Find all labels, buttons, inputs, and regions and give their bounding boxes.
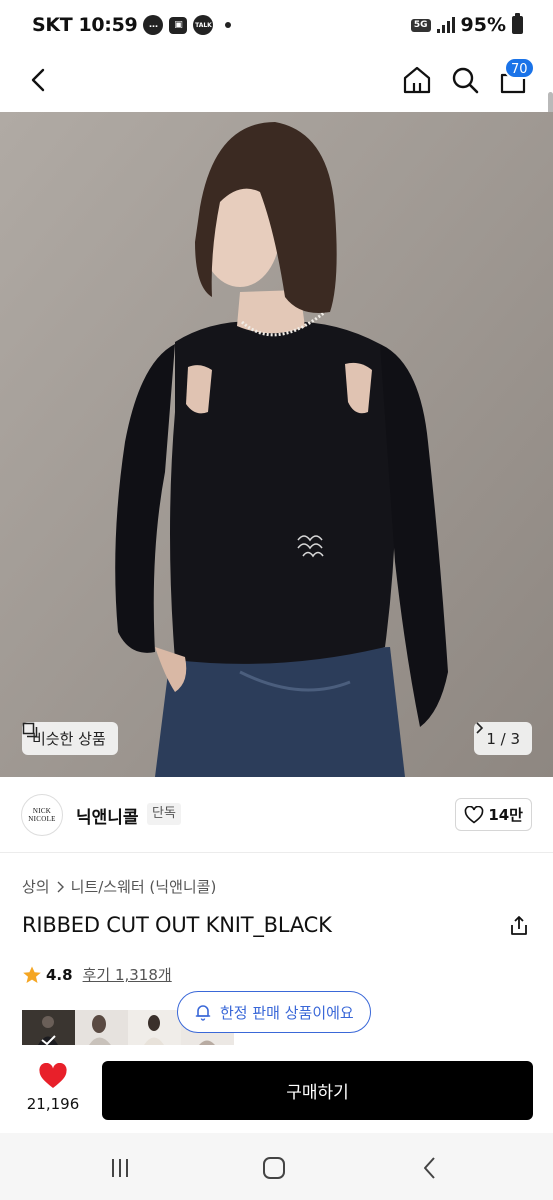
heart-outline-icon [465,805,484,824]
image-page-indicator[interactable]: 1 / 3 [474,722,532,755]
purchase-bar: 21,196 구매하기 [0,1045,553,1133]
wishlist-count: 21,196 [26,1095,80,1113]
model-photo [0,112,553,777]
brand-logo-line1: NICK [32,807,52,815]
system-nav-bar [0,1133,553,1200]
limited-sale-pill[interactable]: 한정 판매 상품이에요 [177,991,371,1033]
review-count-link[interactable]: 후기 1,318개 [83,964,172,985]
recent-apps-icon[interactable] [105,1153,135,1183]
carrier-label: SKT [32,14,73,36]
limited-sale-label: 한정 판매 상품이에요 [220,1003,354,1022]
review-thumbnail[interactable] [128,1010,181,1045]
review-thumbnail[interactable] [75,1010,128,1045]
product-image[interactable]: 비슷한 상품 1 / 3 [0,112,553,777]
heart-filled-icon [39,1062,67,1088]
brand-row[interactable]: NICK NICOLE 닉앤니콜 단독 14만 [0,777,553,853]
check-icon [38,1016,58,1045]
bell-icon [195,1005,211,1021]
brand-logo-line2: NICOLE [28,815,56,823]
similar-products-button[interactable]: 비슷한 상품 [22,722,118,755]
home-nav-icon[interactable] [259,1153,289,1183]
home-icon[interactable] [399,62,435,98]
battery-percent: 95% [460,14,506,36]
similar-products-label: 비슷한 상품 [32,730,106,748]
cart-count-badge: 70 [504,57,535,79]
search-icon[interactable] [447,62,483,98]
chat-notification-icon: … [143,15,164,35]
page-indicator-text: 1 / 3 [486,729,520,748]
back-arrow-icon[interactable] [22,62,58,98]
rating-row: 4.8 후기 1,318개 [22,964,172,985]
brand-like-count: 14만 [488,806,523,824]
share-icon[interactable] [507,914,531,938]
exclusive-badge: 단독 [147,803,181,825]
status-right: 5G 95% [410,13,523,36]
review-thumbnail[interactable] [22,1010,75,1045]
status-bar: SKT 10:59 … ▣ TALK 5G 95% [0,0,553,52]
wishlist-button[interactable]: 21,196 [22,1062,84,1113]
chevron-right-icon [476,722,484,734]
clock: 10:59 [78,14,138,36]
back-nav-icon[interactable] [415,1153,445,1183]
app-header: 70 [0,52,553,176]
category-breadcrumb: 상의 니트/스웨터 (닉앤니콜) [22,876,216,897]
brand-name[interactable]: 닉앤니콜 [76,803,139,828]
buy-button[interactable]: 구매하기 [102,1061,533,1120]
star-icon [23,966,41,983]
battery-icon [512,13,523,34]
gallery-notification-icon: ▣ [169,16,188,34]
talk-notification-icon: TALK [193,15,214,35]
signal-icon [436,17,455,33]
rating-score: 4.8 [46,965,73,984]
breadcrumb-subcategory[interactable]: 니트/스웨터 (닉앤니콜) [71,876,217,897]
breadcrumb-category[interactable]: 상의 [22,876,50,897]
chevron-right-icon [57,881,64,892]
more-notifications-dot [225,22,232,28]
similar-icon [22,722,38,738]
status-left: SKT 10:59 … ▣ TALK [32,14,232,36]
brand-like-button[interactable]: 14만 [455,798,532,831]
product-title: RIBBED CUT OUT KNIT_BLACK [22,913,332,937]
network-badge: 5G [410,18,431,32]
brand-logo[interactable]: NICK NICOLE [21,794,63,836]
